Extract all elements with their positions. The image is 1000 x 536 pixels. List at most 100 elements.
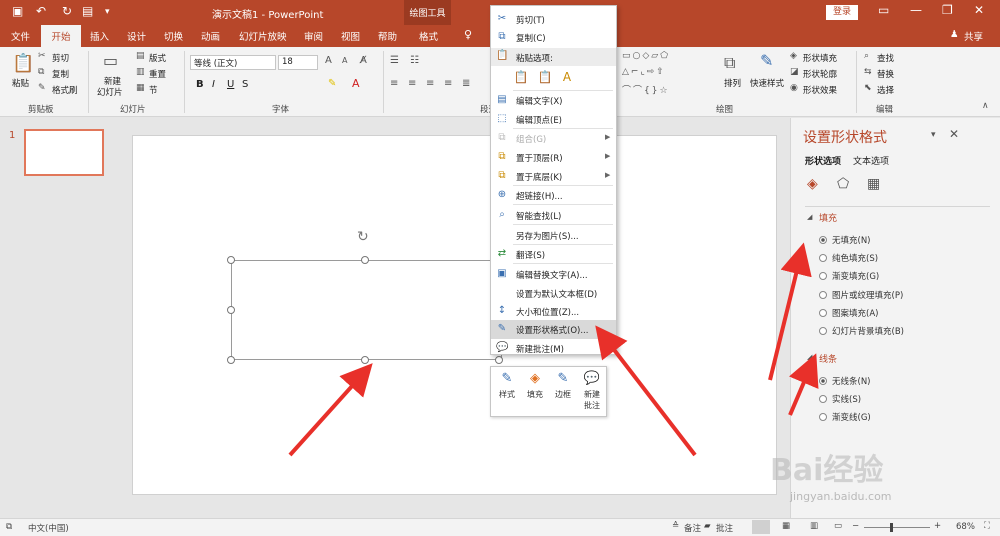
numbering-icon[interactable]: ☷: [410, 55, 419, 66]
shrink-font-icon[interactable]: A: [342, 56, 347, 65]
menu-item-translate[interactable]: ⇄ 翻译(S): [491, 245, 616, 264]
tab-home[interactable]: 开始: [41, 25, 81, 47]
align-center-icon[interactable]: ≡: [408, 78, 416, 89]
new-slide-label[interactable]: 幻灯片: [97, 86, 123, 98]
radio-button[interactable]: [819, 377, 827, 385]
paste-keep-source-icon[interactable]: 📋: [513, 70, 529, 86]
line-section-header[interactable]: 线条: [819, 352, 837, 365]
zoom-slider-thumb[interactable]: [890, 523, 893, 532]
underline-button[interactable]: U: [227, 79, 234, 90]
fit-slide-icon[interactable]: ⛶: [984, 521, 990, 531]
radio-button[interactable]: [819, 413, 827, 421]
menu-item-edit-points[interactable]: ⬚ 编辑顶点(E): [491, 110, 616, 129]
section-button[interactable]: 节: [149, 84, 158, 96]
tab-insert[interactable]: 插入: [90, 29, 109, 43]
menu-item-bring-to-front[interactable]: ⧉ 置于顶层(R) ▶: [491, 148, 616, 167]
minimize-icon[interactable]: —: [910, 3, 922, 17]
radio-no-line[interactable]: 无线条(N): [819, 375, 871, 387]
slide-sorter-icon[interactable]: ▦: [782, 521, 790, 531]
tab-design[interactable]: 设计: [127, 29, 146, 43]
radio-no-fill[interactable]: 无填充(N): [819, 234, 871, 246]
menu-item-set-default-textbox[interactable]: 设置为默认文本框(D): [491, 284, 616, 303]
share-icon[interactable]: ♟: [950, 29, 959, 40]
shape-outline-button[interactable]: 形状轮廓: [803, 68, 837, 80]
tab-view[interactable]: 视图: [341, 29, 360, 43]
menu-item-send-to-back[interactable]: ⧉ 置于底层(K) ▶: [491, 167, 616, 186]
zoom-out-icon[interactable]: −: [852, 521, 859, 531]
cut-icon[interactable]: ✂: [38, 51, 46, 61]
tab-animations[interactable]: 动画: [201, 29, 220, 43]
comments-icon[interactable]: ▰: [704, 521, 711, 531]
menu-item-size-position[interactable]: ↕ 大小和位置(Z)...: [491, 302, 616, 321]
ribbon-display-icon[interactable]: ▭: [878, 3, 889, 17]
shape-effects-button[interactable]: 形状效果: [803, 84, 837, 96]
size-properties-icon[interactable]: ▦: [867, 176, 880, 192]
slide-thumbnail[interactable]: [24, 129, 104, 176]
selected-shape[interactable]: [231, 260, 502, 360]
font-color-icon[interactable]: A: [352, 77, 360, 90]
radio-button[interactable]: [819, 395, 827, 403]
style-button[interactable]: ✎ 样式: [494, 371, 520, 400]
copy-button[interactable]: 复制: [52, 68, 69, 80]
menu-item-cut[interactable]: ✂ 剪切(T): [491, 10, 616, 29]
replace-button[interactable]: 替换: [877, 68, 894, 80]
radio-button[interactable]: [819, 236, 827, 244]
notes-button[interactable]: 备注: [684, 522, 701, 534]
resize-handle[interactable]: [227, 356, 235, 364]
fill-section-header[interactable]: 填充: [819, 211, 837, 224]
resize-handle[interactable]: [227, 256, 235, 264]
paste-icon[interactable]: 📋: [12, 53, 34, 74]
bullets-icon[interactable]: ☰: [390, 55, 399, 66]
radio-pattern-fill[interactable]: 图案填充(A): [819, 307, 878, 319]
radio-button[interactable]: [819, 254, 827, 262]
font-size-select[interactable]: 18: [278, 55, 318, 70]
login-button[interactable]: 登录: [826, 5, 858, 20]
menu-item-new-comment[interactable]: 💬 新建批注(M): [491, 339, 616, 358]
select-icon[interactable]: ⬉: [864, 83, 872, 93]
radio-button[interactable]: [819, 309, 827, 317]
radio-picture-fill[interactable]: 图片或纹理填充(P): [819, 289, 903, 301]
align-right-icon[interactable]: ≡: [426, 78, 434, 89]
clear-format-icon[interactable]: A̸: [360, 55, 367, 66]
highlight-icon[interactable]: ✎: [328, 78, 336, 89]
menu-item-smart-lookup[interactable]: ⌕ 智能查找(L): [491, 206, 616, 225]
shapes-gallery-icon[interactable]: ▭○◇▱⬠: [622, 51, 670, 61]
tab-format[interactable]: 格式: [419, 29, 438, 43]
select-button[interactable]: 选择: [877, 84, 894, 96]
replace-icon[interactable]: ⇆: [864, 67, 872, 77]
menu-item-alt-text[interactable]: ▣ 编辑替换文字(A)...: [491, 265, 616, 284]
reset-icon[interactable]: ▥: [136, 67, 145, 77]
menu-item-hyperlink[interactable]: ⊕ 超链接(H)...: [491, 186, 616, 205]
italic-button[interactable]: I: [212, 79, 215, 90]
arrange-icon[interactable]: ⧉: [724, 53, 735, 73]
fill-button[interactable]: ◈ 填充: [522, 371, 548, 400]
shape-effects-icon[interactable]: ◉: [790, 83, 798, 93]
format-painter-icon[interactable]: ✎: [38, 83, 46, 93]
undo-icon[interactable]: ↶: [36, 4, 46, 18]
distribute-icon[interactable]: ≣: [462, 78, 470, 89]
radio-background-fill[interactable]: 幻灯片背景填充(B): [819, 325, 904, 337]
close-icon[interactable]: ✕: [974, 3, 984, 17]
radio-gradient-fill[interactable]: 渐变填充(G): [819, 270, 879, 282]
layout-button[interactable]: 版式: [149, 52, 166, 64]
zoom-slider[interactable]: [864, 527, 930, 528]
find-button[interactable]: 查找: [877, 52, 894, 64]
menu-item-save-as-picture[interactable]: 另存为图片(S)...: [491, 226, 616, 245]
shapes-gallery-icon[interactable]: ⌒⌒{}☆: [622, 83, 670, 96]
justify-icon[interactable]: ≡: [444, 78, 452, 89]
paste-picture-icon[interactable]: 📋: [537, 70, 553, 86]
comments-button[interactable]: 批注: [716, 522, 733, 534]
layout-icon[interactable]: ▤: [136, 51, 145, 61]
menu-item-edit-text[interactable]: ▤ 编辑文字(X): [491, 91, 616, 110]
slideshow-view-icon[interactable]: ▭: [834, 521, 842, 531]
menu-item-format-shape[interactable]: ✎ 设置形状格式(O)...: [491, 320, 616, 339]
grow-font-icon[interactable]: A: [325, 55, 332, 66]
font-name-select[interactable]: 等线 (正文): [190, 55, 276, 70]
share-button[interactable]: 共享: [964, 29, 983, 43]
shapes-gallery-icon[interactable]: △⌐⌞⇨⇧: [622, 67, 666, 77]
shape-fill-icon[interactable]: ◈: [790, 51, 797, 61]
collapse-ribbon-icon[interactable]: ∧: [982, 101, 989, 111]
zoom-in-icon[interactable]: +: [934, 521, 941, 531]
collapse-line-icon[interactable]: ◢: [807, 353, 812, 361]
new-slide-icon[interactable]: ▭: [103, 51, 118, 70]
